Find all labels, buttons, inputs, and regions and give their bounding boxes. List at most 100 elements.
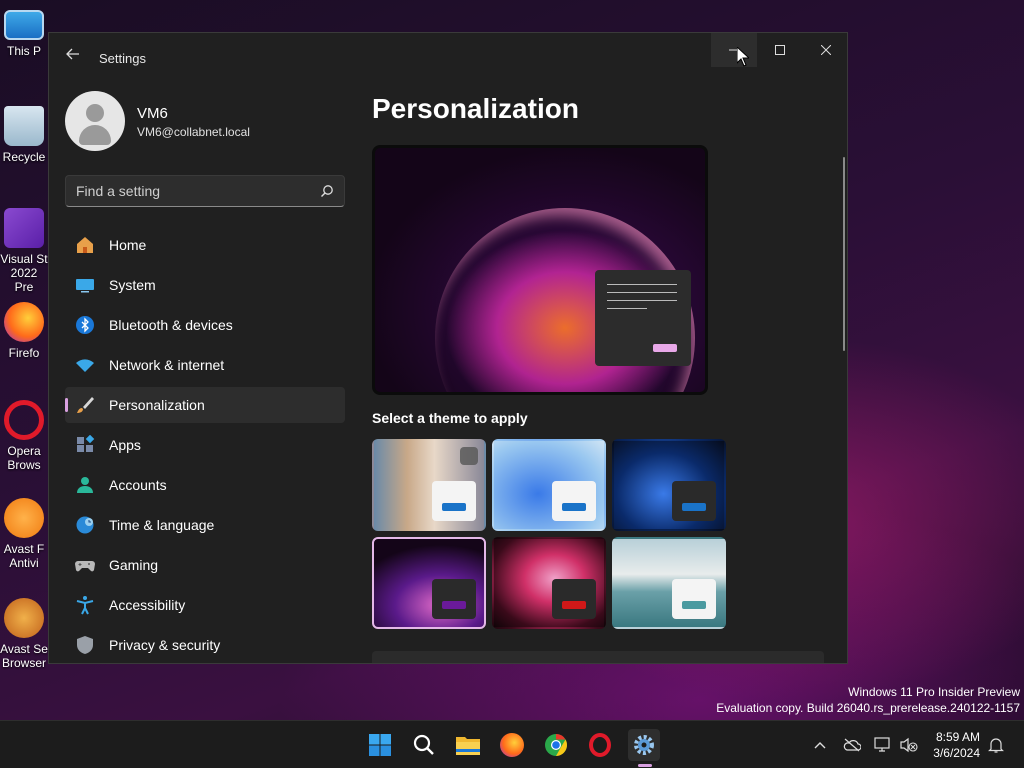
- desktop-icon-recycle-bin[interactable]: Recycle: [0, 106, 48, 164]
- wifi-icon: [75, 355, 95, 375]
- taskbar-settings[interactable]: [628, 729, 660, 761]
- sidebar-item-apps[interactable]: Apps: [65, 427, 345, 463]
- taskbar-file-explorer[interactable]: [452, 729, 484, 761]
- back-button[interactable]: [61, 45, 85, 69]
- theme-tile-light[interactable]: [492, 439, 606, 531]
- spotlight-badge-icon: [460, 447, 478, 465]
- monitor-icon: [4, 10, 44, 40]
- search-icon[interactable]: [320, 184, 334, 198]
- theme-accent-swatch: [682, 601, 706, 609]
- close-button[interactable]: [803, 33, 847, 67]
- volume-tray-button[interactable]: [899, 735, 919, 755]
- theme-preview: [372, 145, 708, 395]
- desktop-icon-label: Recycle: [2, 150, 46, 164]
- firefox-icon: [500, 733, 524, 757]
- sidebar-item-label: Personalization: [109, 397, 205, 413]
- minimize-button[interactable]: [711, 33, 757, 67]
- theme-accent-swatch: [682, 503, 706, 511]
- scrollbar[interactable]: [843, 157, 845, 351]
- avatar-head: [86, 104, 104, 122]
- sidebar-item-label: Accessibility: [109, 597, 186, 613]
- sidebar-item-personalization[interactable]: Personalization: [65, 387, 345, 423]
- home-icon: [75, 235, 95, 255]
- desktop-icon-avast-browser[interactable]: Avast Se Browser: [0, 598, 48, 670]
- theme-tile-spotlight[interactable]: [372, 439, 486, 531]
- page-title: Personalization: [372, 93, 579, 124]
- theme-tile-flow[interactable]: [612, 537, 726, 629]
- sidebar-item-network[interactable]: Network & internet: [65, 347, 345, 383]
- theme-tile-glow[interactable]: [492, 537, 606, 629]
- sidebar-item-gaming[interactable]: Gaming: [65, 547, 345, 583]
- taskbar-firefox[interactable]: [496, 729, 528, 761]
- evaluation-watermark: Windows 11 Pro Insider Preview Evaluatio…: [716, 684, 1020, 716]
- profile-name: VM6: [137, 105, 168, 122]
- mouse-cursor-icon: [737, 47, 749, 67]
- title-bar[interactable]: Settings: [49, 33, 847, 81]
- maximize-button[interactable]: [757, 33, 803, 67]
- close-icon: [820, 44, 832, 56]
- preview-line: [607, 284, 677, 285]
- taskbar-chrome[interactable]: [540, 729, 572, 761]
- sidebar-item-time-language[interactable]: Time & language: [65, 507, 345, 543]
- theme-tile-dark[interactable]: [612, 439, 726, 531]
- desktop-icon-avast-antivirus[interactable]: Avast F Antivi: [0, 498, 48, 570]
- bluetooth-icon: [75, 315, 95, 335]
- search-input[interactable]: [66, 176, 316, 206]
- preview-line: [607, 292, 677, 293]
- desktop-icon-firefox[interactable]: Firefo: [0, 302, 48, 360]
- display-tray-button[interactable]: [873, 735, 893, 755]
- sidebar-nav: Home System Bluetooth & devices Network …: [65, 227, 345, 663]
- chrome-icon: [545, 734, 567, 756]
- sidebar-item-label: Gaming: [109, 557, 159, 573]
- brush-icon: [75, 395, 95, 415]
- theme-mini-window: [672, 579, 716, 619]
- next-settings-card[interactable]: [372, 651, 824, 663]
- accounts-icon: [75, 475, 95, 495]
- desktop-icon-visual-studio[interactable]: Visual St 2022 Pre: [0, 208, 48, 294]
- taskbar-search-button[interactable]: [408, 729, 440, 761]
- preview-line: [607, 308, 647, 309]
- visual-studio-icon: [4, 208, 44, 248]
- theme-tile-insider[interactable]: [372, 537, 486, 629]
- sidebar-item-label: Accounts: [109, 477, 167, 493]
- display-icon: [874, 737, 890, 752]
- show-hidden-icons-button[interactable]: [810, 735, 830, 755]
- theme-mini-window: [552, 579, 596, 619]
- desktop-icon-this-pc[interactable]: This P: [0, 10, 48, 58]
- profile-email: VM6@collabnet.local: [137, 125, 250, 139]
- sidebar-item-label: Bluetooth & devices: [109, 317, 233, 333]
- search-box[interactable]: [65, 175, 345, 207]
- desktop-icon-label: Opera Brows: [7, 444, 41, 472]
- theme-accent-swatch: [442, 503, 466, 511]
- opera-icon: [589, 733, 611, 757]
- taskbar: 8:59 AM 3/6/2024: [0, 720, 1024, 768]
- sidebar-item-label: Home: [109, 237, 147, 253]
- sidebar-item-label: Network & internet: [109, 357, 225, 373]
- volume-muted-icon: [900, 737, 918, 753]
- preview-line: [607, 300, 677, 301]
- sidebar-item-bluetooth[interactable]: Bluetooth & devices: [65, 307, 345, 343]
- opera-icon: [4, 400, 44, 440]
- notifications-button[interactable]: [986, 735, 1006, 755]
- active-app-indicator: [638, 764, 652, 767]
- settings-icon: [634, 735, 654, 755]
- taskbar-opera[interactable]: [584, 729, 616, 761]
- start-button[interactable]: [364, 729, 396, 761]
- sidebar-item-accounts[interactable]: Accounts: [65, 467, 345, 503]
- sidebar-item-system[interactable]: System: [65, 267, 345, 303]
- file-explorer-icon: [456, 737, 480, 755]
- theme-section-label: Select a theme to apply: [372, 410, 528, 426]
- sidebar-item-label: Apps: [109, 437, 141, 453]
- sidebar-item-home[interactable]: Home: [65, 227, 345, 263]
- back-arrow-icon: [66, 48, 79, 60]
- settings-window: Settings VM6 VM6@collabnet.local Home: [48, 32, 848, 664]
- preview-accent-button: [653, 344, 677, 352]
- desktop-icon-opera[interactable]: Opera Brows: [0, 400, 48, 472]
- onedrive-tray-button[interactable]: [842, 735, 862, 755]
- clock-date: 3/6/2024: [933, 746, 980, 760]
- clock[interactable]: 8:59 AM 3/6/2024: [933, 729, 980, 761]
- sidebar-item-accessibility[interactable]: Accessibility: [65, 587, 345, 623]
- avatar[interactable]: [65, 91, 125, 151]
- sidebar-item-privacy[interactable]: Privacy & security: [65, 627, 345, 663]
- theme-accent-swatch: [442, 601, 466, 609]
